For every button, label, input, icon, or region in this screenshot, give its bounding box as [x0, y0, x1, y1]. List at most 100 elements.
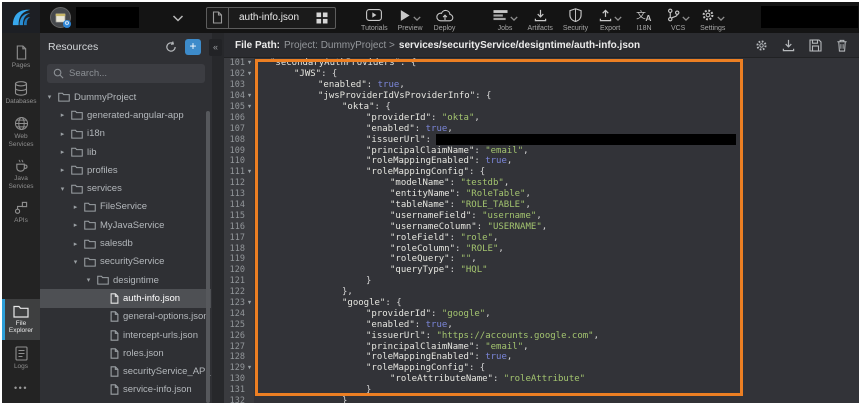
- wave-logo-icon: [10, 6, 33, 29]
- wavemaker-logo[interactable]: [2, 2, 40, 33]
- fold-arrow-icon[interactable]: ▼: [245, 169, 254, 175]
- tree-down-arrow-icon[interactable]: ▾: [45, 93, 54, 101]
- folder-icon: [84, 239, 96, 249]
- toolbar-button-export[interactable]: Export: [593, 8, 627, 32]
- toolbar-button-jobs[interactable]: Jobs: [488, 8, 523, 32]
- fold-arrow-icon[interactable]: ▼: [245, 365, 254, 371]
- tree-right-arrow-icon[interactable]: ▸: [58, 111, 67, 119]
- sidebar-item-databases[interactable]: Databases: [2, 75, 40, 111]
- delete-file-icon[interactable]: [836, 39, 848, 52]
- line-number: 102: [230, 69, 245, 79]
- toolbar-button-vcs[interactable]: VCS: [661, 8, 695, 32]
- tree-item-roles-json[interactable]: roles.json: [40, 344, 211, 362]
- tree-item-profiles[interactable]: ▸profiles: [40, 161, 211, 179]
- tree-item-designtime[interactable]: ▾designtime: [40, 271, 211, 289]
- tree-item-intercept-urls-json[interactable]: intercept-urls.json: [40, 326, 211, 344]
- download-file-icon[interactable]: [782, 39, 795, 52]
- chevron-down-icon[interactable]: [172, 9, 184, 27]
- line-gutter: 105▼: [224, 102, 254, 113]
- tree-right-arrow-icon[interactable]: ▸: [71, 203, 80, 211]
- code-line-109: 109"principalClaimName": "email",: [224, 145, 859, 156]
- toolbar-button-artifacts[interactable]: Artifacts: [523, 8, 558, 32]
- search-input[interactable]: [69, 68, 199, 79]
- save-file-icon[interactable]: [809, 39, 822, 52]
- tree-scrollbar[interactable]: [206, 111, 210, 403]
- tree-right-arrow-icon[interactable]: ▸: [58, 166, 67, 174]
- tree-item-salesdb[interactable]: ▸salesdb: [40, 234, 211, 252]
- refresh-icon[interactable]: [165, 41, 177, 53]
- code-line-126: 126"issuerUrl": "https://accounts.google…: [224, 330, 859, 341]
- toolbar-button-settings[interactable]: Settings: [695, 8, 730, 32]
- file-icon: [207, 8, 229, 28]
- tree-down-arrow-icon[interactable]: ▾: [58, 185, 67, 193]
- add-resource-button[interactable]: +: [185, 39, 201, 55]
- tree-item-label: service-info.json: [123, 384, 192, 395]
- tree-item-securityservice-api-js[interactable]: securityService_API.js: [40, 362, 211, 380]
- sidebar-item-apis[interactable]: APIs: [2, 195, 40, 230]
- tree-right-arrow-icon[interactable]: ▸: [58, 148, 67, 156]
- tree-right-arrow-icon[interactable]: ▸: [71, 221, 80, 229]
- toolbar-button-tutorials[interactable]: Tutorials: [356, 8, 393, 32]
- toolbar-button-security[interactable]: Security: [558, 8, 593, 32]
- file-tab[interactable]: auth-info.json: [206, 7, 336, 29]
- code-text: "issuerUrl":: [254, 134, 736, 145]
- toolbar-button-i18n[interactable]: 文AI18N: [627, 8, 661, 32]
- pages-icon: [15, 45, 28, 60]
- code-line-129: 129▼"roleMappingConfig": {: [224, 363, 859, 374]
- fold-arrow-icon[interactable]: ▼: [245, 60, 254, 66]
- tree-item-wm-xss-policies-json[interactable]: wm-xss-policies.json: [40, 399, 211, 403]
- toolbar-button-label: Security: [563, 25, 588, 32]
- tree-item-myjavaservice[interactable]: ▸MyJavaService: [40, 216, 211, 234]
- line-gutter: 128: [224, 352, 254, 363]
- project-switcher[interactable]: ⚙: [40, 7, 190, 28]
- sidebar-item-file-explorer[interactable]: File Explorer: [2, 299, 40, 340]
- fold-arrow-icon[interactable]: ▼: [245, 104, 254, 110]
- tree-right-arrow-icon[interactable]: ▸: [58, 130, 67, 138]
- sidebar-item-pages[interactable]: Pages: [2, 39, 40, 75]
- tree-item-lib[interactable]: ▸lib: [40, 143, 211, 161]
- sidebar-item-web-services[interactable]: Web Services: [2, 110, 40, 153]
- fold-arrow-icon[interactable]: ▼: [245, 71, 254, 77]
- tree-down-arrow-icon[interactable]: ▾: [84, 276, 93, 284]
- tree-item-i18n[interactable]: ▸i18n: [40, 125, 211, 143]
- line-number: 130: [230, 374, 245, 384]
- tree-item-fileservice[interactable]: ▸FileService: [40, 198, 211, 216]
- line-number: 108: [230, 135, 245, 145]
- code-line-131: 131}: [224, 385, 859, 396]
- settings-gear-icon[interactable]: [755, 39, 768, 52]
- tree-item-generated-angular-app[interactable]: ▸generated-angular-app: [40, 106, 211, 124]
- search-box[interactable]: [47, 64, 205, 83]
- tree-item-label: securityService_API.js: [123, 366, 211, 377]
- sidebar-item-logs[interactable]: Logs: [2, 340, 40, 376]
- tree-item-auth-info-json[interactable]: auth-info.json: [40, 289, 211, 307]
- tree-down-arrow-icon[interactable]: ▾: [71, 258, 80, 266]
- tree-item-services[interactable]: ▾services: [40, 179, 211, 197]
- tree-item-dummyproject[interactable]: ▾DummyProject: [40, 88, 211, 106]
- line-number: 106: [230, 113, 245, 123]
- line-number: 119: [230, 254, 245, 264]
- chevron-down-icon: [510, 8, 518, 26]
- code-editor[interactable]: 101▼"secondaryAuthProviders": {102▼"JWS"…: [224, 58, 859, 403]
- code-line-106: 106"providerId": "okta",: [224, 112, 859, 123]
- more-options-icon[interactable]: •••: [2, 375, 40, 403]
- tree-right-arrow-icon[interactable]: ▸: [71, 240, 80, 248]
- code-line-118: 118"roleColumn": "ROLE",: [224, 243, 859, 254]
- toolbar-button-label: VCS: [671, 25, 685, 32]
- folder-icon: [71, 184, 83, 194]
- sidebar-item-label: Logs: [14, 363, 28, 371]
- line-number: 129: [230, 363, 245, 373]
- left-nav-rail: PagesDatabasesWeb ServicesJava ServicesA…: [2, 33, 40, 403]
- toolbar-button-preview[interactable]: Preview: [393, 8, 428, 32]
- grid-view-icon[interactable]: [309, 12, 335, 24]
- play-icon: [399, 9, 411, 22]
- tree-item-securityservice[interactable]: ▾securityService: [40, 253, 211, 271]
- tree-item-service-info-json[interactable]: service-info.json: [40, 381, 211, 399]
- fold-arrow-icon[interactable]: ▼: [245, 93, 254, 99]
- fold-arrow-icon[interactable]: ▼: [245, 300, 254, 306]
- file-icon: [110, 348, 119, 359]
- collapse-panel-icon[interactable]: «: [209, 39, 222, 56]
- toolbar-button-label: Tutorials: [361, 25, 388, 32]
- sidebar-item-java-services[interactable]: Java Services: [2, 153, 40, 195]
- tree-item-general-options-json[interactable]: general-options.json: [40, 308, 211, 326]
- toolbar-button-deploy[interactable]: Deploy: [428, 8, 462, 32]
